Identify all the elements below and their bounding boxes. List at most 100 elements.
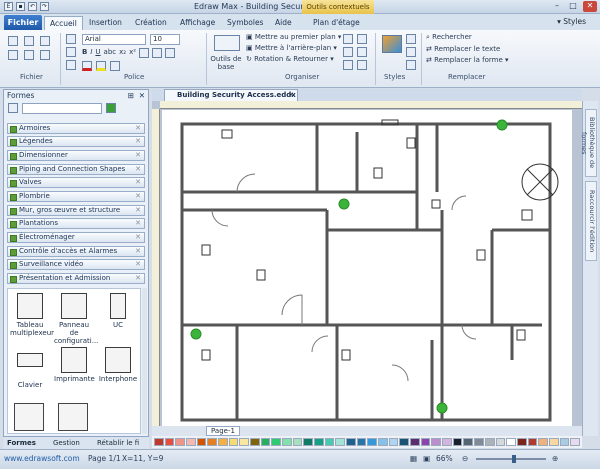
zoom-slider-thumb[interactable] [512, 455, 516, 463]
panel-tab-retablir[interactable]: Rétablir le fi [97, 437, 139, 449]
page-tab[interactable]: Page-1 [206, 426, 240, 436]
redo-icon[interactable]: ↷ [40, 2, 49, 11]
close-library-icon[interactable]: ✕ [135, 192, 141, 201]
bullet-list-icon[interactable] [165, 48, 176, 58]
color-swatch[interactable] [260, 438, 271, 446]
tab-affichage[interactable]: Affichage [175, 16, 220, 30]
bring-to-front-button[interactable]: ▣ Mettre au premier plan ▾ [246, 33, 341, 41]
close-library-icon[interactable]: ✕ [135, 206, 141, 215]
color-swatch[interactable] [420, 438, 431, 446]
save-icon[interactable] [40, 36, 50, 46]
color-swatch[interactable] [399, 438, 410, 446]
italic-button[interactable]: I [90, 48, 92, 58]
styles-menu[interactable]: ▾ Styles [557, 17, 586, 26]
library-presentation[interactable]: Présentation et Admission ✕ [7, 273, 145, 284]
color-swatch[interactable] [367, 438, 378, 446]
panel-tab-gestion[interactable]: Gestion [53, 437, 80, 449]
shape-interphone[interactable]: Interphone [98, 347, 138, 383]
library-valves[interactable]: Valves ✕ [7, 177, 145, 188]
undo-icon[interactable]: ↶ [28, 2, 37, 11]
color-swatch[interactable] [538, 438, 548, 446]
font-size-select[interactable]: 10 [150, 34, 180, 45]
copy-icon[interactable] [66, 60, 76, 70]
color-swatch[interactable] [570, 438, 580, 446]
tab-creation[interactable]: Création [130, 16, 172, 30]
close-library-icon[interactable]: ✕ [135, 151, 141, 160]
color-swatch[interactable] [410, 438, 420, 446]
document-tab[interactable]: Building Security Access.eddx ✕ [164, 89, 298, 101]
library-search-input[interactable] [22, 103, 102, 114]
color-swatch[interactable] [218, 438, 228, 446]
close-library-icon[interactable]: ✕ [135, 165, 141, 174]
export-icon[interactable] [24, 50, 34, 60]
align-center-icon[interactable] [152, 48, 163, 58]
maximize-button[interactable]: □ [566, 1, 580, 12]
color-swatch[interactable] [495, 438, 506, 446]
minimize-button[interactable]: – [550, 1, 564, 12]
cut-icon[interactable] [66, 47, 76, 57]
color-swatch[interactable] [431, 438, 442, 446]
shape-tableau-multiplexeur[interactable]: Tableau multiplexeur [10, 293, 54, 337]
zoom-in-button[interactable]: ⊕ [552, 450, 558, 468]
font-color-icon[interactable] [82, 61, 92, 71]
open-icon[interactable] [24, 36, 34, 46]
color-swatch[interactable] [228, 438, 239, 446]
color-swatch[interactable] [346, 438, 356, 446]
close-library-icon[interactable]: ✕ [135, 137, 141, 146]
send-to-back-button[interactable]: ▣ Mettre à l'arrière-plan ▾ [246, 44, 341, 52]
paste-icon[interactable] [66, 34, 76, 44]
library-plombrie[interactable]: Plombrie ✕ [7, 191, 145, 202]
rotate-flip-button[interactable]: ↻ Rotation & Retourner ▾ [246, 55, 341, 63]
library-mur[interactable]: Mur, gros œuvre et structure ✕ [7, 205, 145, 216]
color-swatch[interactable] [282, 438, 292, 446]
distribute-icon[interactable] [357, 34, 367, 44]
color-swatch[interactable] [196, 438, 207, 446]
group-icon[interactable] [343, 47, 353, 57]
new-icon[interactable] [8, 36, 18, 46]
shadow-icon[interactable] [406, 60, 416, 70]
library-menu-icon[interactable] [8, 103, 18, 113]
color-swatch[interactable] [527, 438, 538, 446]
library-dimensionner[interactable]: Dimensionner ✕ [7, 150, 145, 161]
replace-text-button[interactable]: ⇄ Remplacer le texte [426, 45, 509, 53]
color-swatch[interactable] [186, 438, 196, 446]
zoom-out-button[interactable]: ⊖ [462, 450, 468, 468]
color-swatch[interactable] [175, 438, 186, 446]
align-icon[interactable] [343, 34, 353, 44]
close-document-icon[interactable]: ✕ [288, 90, 294, 101]
tab-file[interactable]: Fichier [4, 15, 42, 30]
color-swatch[interactable] [484, 438, 495, 446]
search-button[interactable]: ⌕ Rechercher [426, 33, 509, 42]
close-doc-icon[interactable] [40, 50, 50, 60]
close-library-icon[interactable]: ✕ [135, 124, 141, 133]
protect-icon[interactable] [357, 60, 367, 70]
superscript-button[interactable]: x² [129, 48, 136, 58]
close-library-icon[interactable]: ✕ [135, 274, 141, 283]
color-swatch[interactable] [356, 438, 367, 446]
font-name-select[interactable]: Arial [82, 34, 146, 45]
shape-thumbnail[interactable] [58, 403, 88, 431]
color-swatch[interactable] [271, 438, 282, 446]
color-swatch[interactable] [388, 438, 399, 446]
go-arrow-icon[interactable] [106, 103, 116, 113]
strike-button[interactable]: abc [104, 48, 117, 58]
text-direction-icon[interactable] [110, 61, 120, 71]
align-left-icon[interactable] [139, 48, 150, 58]
replace-shape-button[interactable]: ⇄ Remplacer la forme ▾ [426, 56, 509, 64]
color-swatch[interactable] [378, 438, 388, 446]
shape-imprimante[interactable]: Imprimante [54, 347, 95, 383]
color-swatch[interactable] [250, 438, 260, 446]
color-swatch[interactable] [463, 438, 474, 446]
color-swatch[interactable] [303, 438, 314, 446]
gallery-scrollbar[interactable] [142, 288, 147, 434]
shape-panneau-configuration[interactable]: Panneau de configurati... [54, 293, 98, 345]
close-library-icon[interactable]: ✕ [135, 178, 141, 187]
drawing-canvas[interactable] [152, 101, 582, 436]
close-library-icon[interactable]: ✕ [135, 260, 141, 269]
line-icon[interactable] [406, 47, 416, 57]
side-tab-shorten-edit[interactable]: Raccourcir l'édition [585, 181, 597, 261]
color-swatch[interactable] [516, 438, 527, 446]
library-controle-acces[interactable]: Contrôle d'accès et Alarmes ✕ [7, 246, 145, 257]
tab-aide[interactable]: Aide [270, 16, 297, 30]
shape-clavier[interactable]: Clavier [10, 347, 50, 389]
